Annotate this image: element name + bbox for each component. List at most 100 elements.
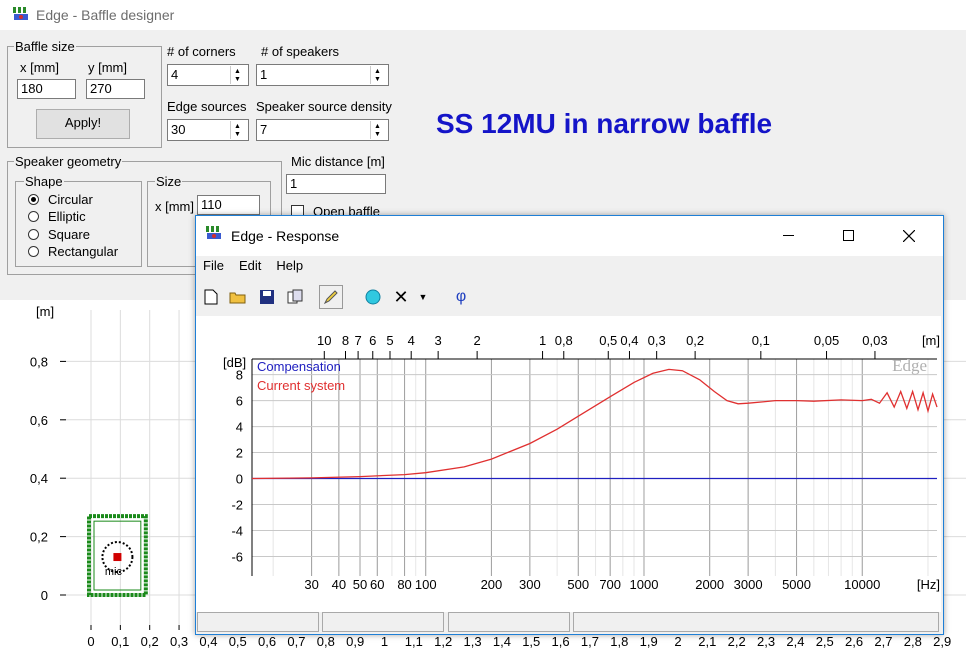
- baffle-x-tick-label: 1,9: [640, 634, 658, 649]
- speakers-spinner[interactable]: 1 ▲ ▼: [256, 64, 389, 86]
- baffle-x-tick-label: 1,3: [464, 634, 482, 649]
- baffle-y-tick-label: 0,6: [30, 413, 48, 428]
- resp-top-tick-label: 5: [386, 333, 393, 348]
- resp-y-tick-label: 4: [236, 420, 243, 435]
- save-icon: [260, 290, 274, 304]
- corners-value: 4: [171, 67, 179, 82]
- delete-button[interactable]: ✕: [389, 285, 413, 309]
- close-button[interactable]: [889, 222, 929, 250]
- baffle-x-tick-label: 0,9: [346, 634, 364, 649]
- speakers-label: # of speakers: [261, 44, 340, 59]
- resp-x-tick-label: 50: [353, 577, 367, 592]
- baffle-y-tick-label: 0,8: [30, 354, 48, 369]
- baffle-x-tick-label: 0,1: [111, 634, 129, 649]
- baffle-x-label: x [mm]: [20, 60, 59, 75]
- baffle-x-tick-label: 2,8: [904, 634, 922, 649]
- shape-option-circular[interactable]: Circular: [28, 192, 138, 209]
- apply-button[interactable]: Apply!: [36, 109, 130, 139]
- speakers-value: 1: [260, 67, 268, 82]
- edge-sources-spin-arrows[interactable]: ▲ ▼: [230, 121, 247, 139]
- resp-top-tick-label: 0,03: [862, 333, 887, 348]
- resp-x-tick-label: 30: [304, 577, 318, 592]
- speaker-center: [113, 553, 122, 562]
- pencil-icon: [323, 290, 338, 305]
- radio-circular[interactable]: [28, 194, 39, 205]
- baffle-x-tick-label: 0,7: [287, 634, 305, 649]
- speaker-icon: [365, 289, 381, 305]
- speaker-button[interactable]: [361, 285, 385, 309]
- resp-y-tick-label: 0: [236, 472, 243, 487]
- pencil-button[interactable]: [319, 285, 343, 309]
- corners-spinner[interactable]: 4 ▲ ▼: [167, 64, 249, 86]
- save-button[interactable]: [255, 285, 279, 309]
- menu-file[interactable]: File: [203, 258, 224, 273]
- speakers-spin-arrows[interactable]: ▲ ▼: [370, 66, 387, 84]
- resp-top-tick-label: 1: [539, 333, 546, 348]
- source-density-spinner[interactable]: 7 ▲ ▼: [256, 119, 389, 141]
- edge-sources-value: 30: [171, 122, 186, 137]
- baffle-y-tick-label: 0: [41, 588, 48, 603]
- copy-button[interactable]: [283, 285, 307, 309]
- app-logo-icon: [13, 7, 28, 20]
- app-logo-icon: [206, 226, 221, 239]
- delete-x-icon: ✕: [393, 286, 409, 307]
- resp-x-tick-label: 500: [567, 577, 589, 592]
- source-density-spin-arrows[interactable]: ▲ ▼: [370, 121, 387, 139]
- corners-spin-arrows[interactable]: ▲ ▼: [230, 66, 247, 84]
- resp-x-tick-label: 300: [519, 577, 541, 592]
- open-button[interactable]: [226, 285, 250, 309]
- resp-top-tick-label: 7: [354, 333, 361, 348]
- mic-distance-input[interactable]: 1: [286, 174, 386, 194]
- resp-y-tick-label: -2: [231, 498, 243, 513]
- dropdown-arrow-icon: ▼: [418, 292, 428, 302]
- status-bar: [196, 612, 941, 634]
- baffle-x-input[interactable]: 180: [17, 79, 76, 99]
- new-file-button[interactable]: [199, 285, 223, 309]
- maximize-icon: [843, 230, 854, 241]
- radio-rectangular[interactable]: [28, 246, 39, 257]
- delete-dropdown-button[interactable]: ▼: [415, 285, 431, 309]
- minimize-button[interactable]: [769, 222, 809, 250]
- menu-edit[interactable]: Edit: [239, 258, 261, 273]
- edge-sources-spinner[interactable]: 30 ▲ ▼: [167, 119, 249, 141]
- status-cell-1: [197, 612, 319, 632]
- radio-square[interactable]: [28, 229, 39, 240]
- shape-option-rectangular[interactable]: Rectangular: [28, 244, 138, 261]
- resp-y-tick-label: 2: [236, 446, 243, 461]
- baffle-x-tick-label: 0,2: [141, 634, 159, 649]
- radio-elliptic[interactable]: [28, 211, 39, 222]
- status-cell-4: [573, 612, 939, 632]
- baffle-x-tick-label: 2,2: [728, 634, 746, 649]
- legend-entry-1: Current system: [257, 378, 345, 393]
- size-legend: Size: [155, 174, 183, 189]
- baffle-x-tick-label: 0,5: [229, 634, 247, 649]
- shape-label-rectangular: Rectangular: [48, 244, 119, 259]
- shape-label-elliptic: Elliptic: [48, 209, 86, 224]
- corners-label: # of corners: [167, 44, 236, 59]
- resp-x-tick-label: 10000: [844, 577, 880, 592]
- resp-top-unit: [m]: [922, 333, 940, 348]
- baffle-x-tick-label: 1,2: [434, 634, 452, 649]
- response-title-bar: Edge - Response: [196, 216, 943, 256]
- shape-option-square[interactable]: Square: [28, 227, 138, 244]
- speaker-geometry-legend: Speaker geometry: [14, 154, 123, 169]
- shape-option-elliptic[interactable]: Elliptic: [28, 209, 138, 226]
- baffle-x-tick-label: 2,6: [845, 634, 863, 649]
- resp-x-tick-label: 60: [370, 577, 384, 592]
- shape-legend: Shape: [24, 174, 64, 189]
- phase-button[interactable]: φ: [449, 285, 473, 309]
- maximize-button[interactable]: [829, 222, 869, 250]
- baffle-y-tick-label: 0,2: [30, 530, 48, 545]
- resp-top-tick-label: 4: [408, 333, 415, 348]
- source-density-value: 7: [260, 122, 268, 137]
- baffle-y-input[interactable]: 270: [86, 79, 145, 99]
- size-x-input[interactable]: 110: [197, 195, 260, 215]
- size-x-label: x [mm]: [155, 199, 194, 214]
- baffle-y-label: y [mm]: [88, 60, 127, 75]
- menu-help[interactable]: Help: [276, 258, 303, 273]
- resp-top-tick-label: 0,3: [648, 333, 666, 348]
- response-window-title: Edge - Response: [231, 228, 340, 244]
- close-icon: [903, 230, 915, 242]
- mic-label: mic: [105, 566, 123, 578]
- resp-top-tick-label: 3: [435, 333, 442, 348]
